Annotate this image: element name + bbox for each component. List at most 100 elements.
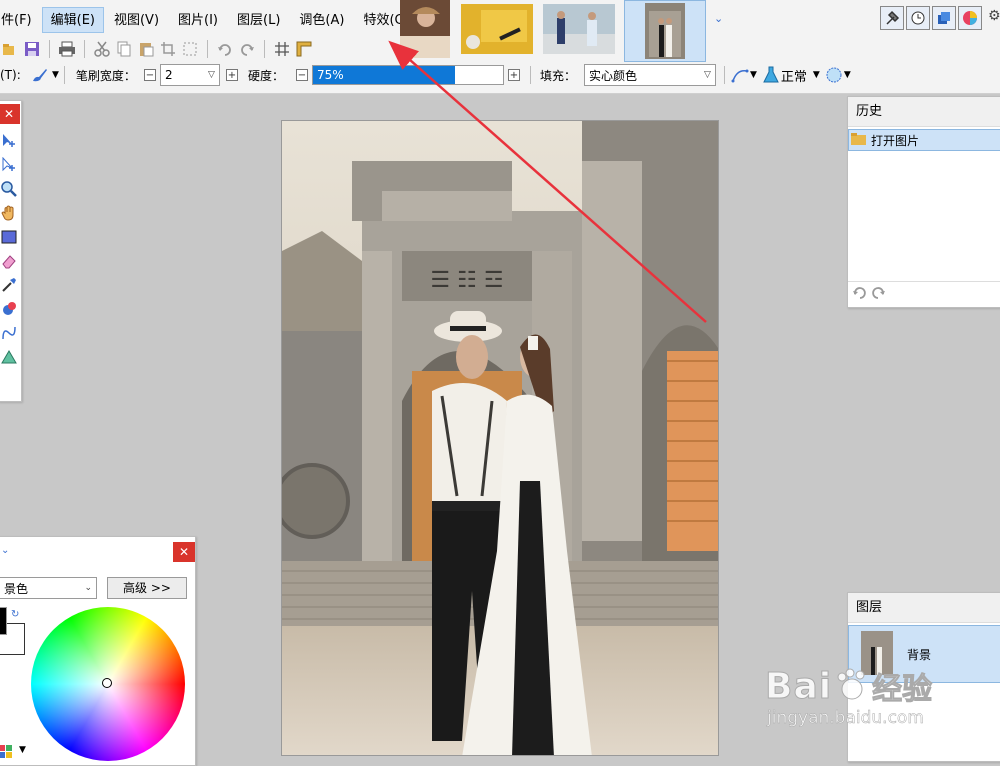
standard-toolbar <box>0 38 314 60</box>
image-thumbnail-selected[interactable] <box>624 0 706 62</box>
menu-edit[interactable]: 编辑(E) <box>41 7 104 33</box>
menu-layers[interactable]: 图层(L) <box>228 7 289 33</box>
copy-icon[interactable] <box>114 39 134 59</box>
clone-stamp-tool-icon[interactable] <box>0 297 20 321</box>
color-picker-tool-icon[interactable] <box>0 273 20 297</box>
toolbar-divider <box>264 40 265 58</box>
tools-window-icon[interactable] <box>880 6 904 30</box>
redo-icon[interactable] <box>237 39 257 59</box>
history-item[interactable]: 打开图片 <box>848 129 1000 151</box>
toolbar-divider <box>63 66 65 84</box>
brush-width-decrease-button[interactable]: − <box>143 69 156 81</box>
selection-mode-icon[interactable] <box>824 65 844 85</box>
fill-label: 填充： <box>539 68 576 83</box>
chevron-down-icon[interactable]: ▼ <box>813 70 820 80</box>
history-item-label: 打开图片 <box>871 133 920 148</box>
close-icon[interactable]: ✕ <box>0 104 20 124</box>
shapes-tool-icon[interactable] <box>0 345 20 369</box>
move-selection-tool-icon[interactable] <box>0 129 20 153</box>
chevron-down-icon[interactable]: ▼ <box>844 70 851 80</box>
colors-window-icon[interactable] <box>958 6 982 30</box>
grid-icon[interactable] <box>272 39 292 59</box>
move-selected-tool-icon[interactable] <box>0 153 20 177</box>
wedding-photo: ☰ ☷ ☲ <box>282 121 718 755</box>
close-icon[interactable]: ✕ <box>173 542 195 562</box>
brush-width-field[interactable]: 2 ▽ <box>159 64 220 86</box>
menu-image[interactable]: 图片(I) <box>169 7 227 33</box>
layers-window-icon[interactable] <box>932 6 956 30</box>
settings-gear-icon[interactable]: ⚙ <box>988 8 1000 24</box>
color-wheel-cursor[interactable] <box>102 678 112 688</box>
history-window-icon[interactable] <box>906 6 930 30</box>
baidu-logo-text: Bai <box>764 665 833 707</box>
primary-color-swatch[interactable] <box>0 607 7 635</box>
chevron-down-icon[interactable]: ▼ <box>750 70 757 80</box>
menu-file[interactable]: 件(F) <box>0 7 41 33</box>
image-tabs: ⌄ <box>398 0 723 62</box>
colors-panel-icon: ⌄ <box>1 545 10 556</box>
layer-name: 背景 <box>907 647 932 662</box>
undo-icon[interactable] <box>852 286 868 303</box>
hardness-increase-button[interactable]: + <box>507 69 520 81</box>
menu-bar: 件(F) 编辑(E) 视图(V) 图片(I) 图层(L) 调色(A) 特效(C) <box>0 5 419 35</box>
hardness-decrease-button[interactable]: − <box>295 69 308 81</box>
ruler-icon[interactable] <box>294 39 314 59</box>
fill-mode-dropdown[interactable]: 实心颜色 ▽ <box>583 64 716 86</box>
color-mode-value: 景色 <box>4 581 29 596</box>
history-controls <box>848 281 1000 307</box>
tools-panel: ✕ <box>0 100 22 402</box>
palette-icon[interactable] <box>0 745 13 762</box>
paintbrush-icon[interactable] <box>30 65 50 85</box>
tool-list <box>0 129 20 369</box>
brush-width-value: 2 <box>164 68 173 82</box>
antialias-icon[interactable] <box>730 65 750 85</box>
baidu-paw-icon <box>834 667 870 706</box>
redo-icon[interactable] <box>870 286 886 303</box>
image-canvas[interactable]: ☰ ☷ ☲ <box>281 120 719 756</box>
pan-hand-tool-icon[interactable] <box>0 201 20 225</box>
blend-mode-value[interactable]: 正常 <box>781 66 807 85</box>
rectangle-tool-icon[interactable] <box>0 225 20 249</box>
chevron-down-icon: ▽ <box>208 70 215 80</box>
image-thumbnail[interactable] <box>398 0 452 58</box>
chevron-down-icon[interactable]: ▼ <box>52 70 59 80</box>
menu-adjustments[interactable]: 调色(A) <box>290 7 353 33</box>
blend-flask-icon[interactable] <box>761 65 781 85</box>
top-toolbar-area: 件(F) 编辑(E) 视图(V) 图片(I) 图层(L) 调色(A) 特效(C)… <box>0 0 1000 94</box>
colors-panel: ✕ ⌄ 景色 ⌄ 高级 >> ↻ ▼ <box>0 536 196 766</box>
hardness-slider[interactable]: 75% <box>311 65 504 85</box>
advanced-button-label: 高级 >> <box>123 581 171 595</box>
color-mode-dropdown[interactable]: 景色 ⌄ <box>0 577 97 599</box>
history-panel: 历史 打开图片 <box>847 96 1000 308</box>
save-icon[interactable] <box>22 39 42 59</box>
swap-colors-icon[interactable]: ↻ <box>11 609 19 620</box>
watermark-url: jingyan.baidu.com <box>767 708 924 729</box>
image-thumbnail[interactable] <box>460 0 534 58</box>
chevron-down-icon[interactable]: ⌄ <box>714 12 723 62</box>
brush-width-increase-button[interactable]: + <box>225 69 238 81</box>
chevron-down-icon[interactable]: ▼ <box>19 745 26 755</box>
print-icon[interactable] <box>57 39 77 59</box>
paste-icon[interactable] <box>136 39 156 59</box>
brush-width-label: 笔刷宽度： <box>75 68 136 83</box>
toolbar-divider <box>49 40 50 58</box>
toolbar-divider <box>207 40 208 58</box>
svg-text:☰ ☷ ☲: ☰ ☷ ☲ <box>430 268 503 293</box>
image-thumbnail[interactable] <box>542 0 616 58</box>
open-icon[interactable] <box>0 39 20 59</box>
eraser-tool-icon[interactable] <box>0 249 20 273</box>
tool-options-bar: (T): ▼ 笔刷宽度： − 2 ▽ + 硬度： − 75% + 填充： 实心颜色… <box>0 63 1000 87</box>
undo-icon[interactable] <box>215 39 235 59</box>
toolbar-divider <box>529 66 531 84</box>
history-panel-title: 历史 <box>848 97 1000 127</box>
curve-line-tool-icon[interactable] <box>0 321 20 345</box>
color-wheel[interactable] <box>31 607 185 761</box>
tool-label: (T): <box>0 68 21 82</box>
cut-icon[interactable] <box>92 39 112 59</box>
advanced-button[interactable]: 高级 >> <box>107 577 187 599</box>
crop-icon[interactable] <box>158 39 178 59</box>
deselect-icon[interactable] <box>180 39 200 59</box>
baidu-jingyan-watermark: Bai 经验 jingyan.baidu.com <box>764 664 932 729</box>
zoom-tool-icon[interactable] <box>0 177 20 201</box>
menu-view[interactable]: 视图(V) <box>105 7 168 33</box>
